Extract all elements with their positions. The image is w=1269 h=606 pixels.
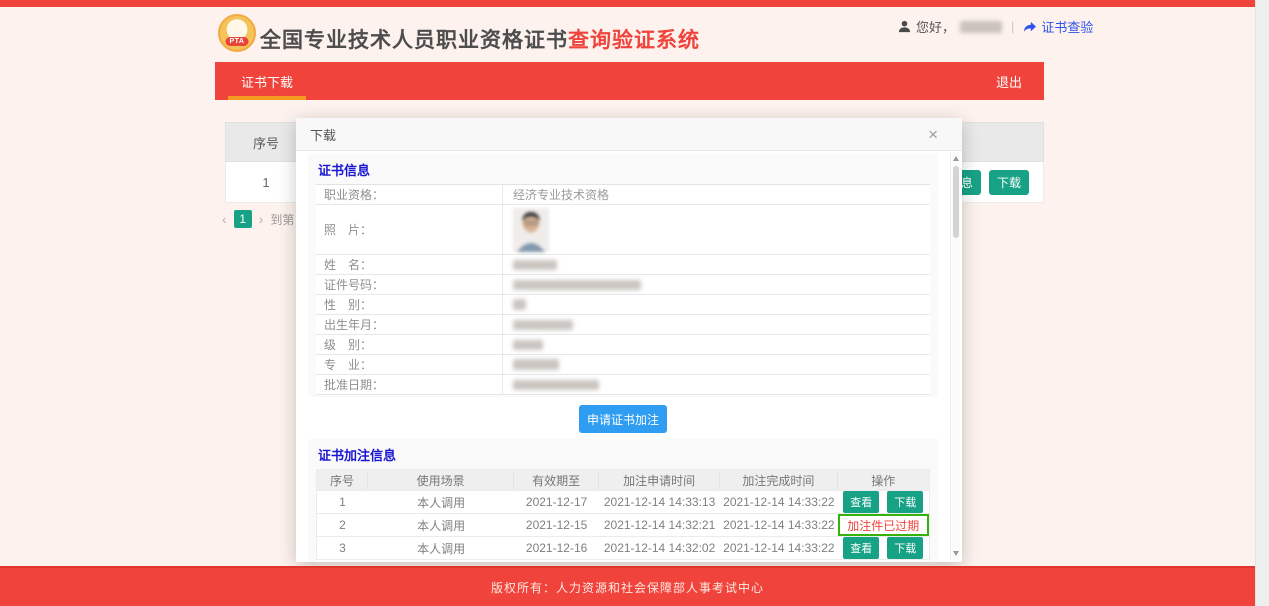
dialog-scrollbar[interactable] — [950, 152, 960, 560]
page-title-main: 全国专业技术人员职业资格证书 — [260, 29, 568, 52]
dialog-title: 下载 — [310, 125, 336, 144]
annotation-table: 序号 使用场景 有效期至 加注申请时间 加注完成时间 操作 1 本人调用 202… — [316, 469, 930, 560]
tab-certificate-download-label: 证书下载 — [241, 72, 293, 91]
page-title-accent: 查询验证系统 — [568, 29, 700, 52]
download-dialog: 下载 × 证书信息 职业资格： 经济专业技术资格 照 片： — [296, 118, 962, 562]
col-seq: 序号 — [226, 133, 306, 152]
annotation-download-button[interactable]: 下载 — [887, 537, 923, 559]
main-nav: 证书下载 退出 — [215, 62, 1044, 100]
annotation-section-title: 证书加注信息 — [316, 441, 930, 469]
site-logo: PTA — [218, 14, 256, 52]
greeting-divider: | — [1011, 19, 1014, 34]
info-row-id-number: 证件号码： — [316, 275, 930, 295]
jump-prefix-label: 到第 — [270, 211, 294, 228]
level-redacted — [513, 340, 543, 350]
info-row-birth: 出生年月： — [316, 315, 930, 335]
info-row-gender: 性 别： — [316, 295, 930, 315]
annotation-pagination: ‹ 1 › 到第 页 确定 共 3 条 5 条/页 — [316, 560, 930, 562]
background-pagination: ‹ 1 › 到第 — [222, 210, 294, 228]
annotation-section: 证书加注信息 序号 使用场景 有效期至 加注申请时间 加注完成时间 操作 1 本… — [308, 439, 938, 562]
id-number-redacted — [513, 280, 641, 290]
annotation-row-2: 2 本人调用 2021-12-15 2021-12-14 14:32:21 20… — [317, 513, 929, 536]
prev-page-arrow[interactable]: ‹ — [222, 210, 227, 228]
user-greeting: 您好， | 证书查验 — [898, 17, 1093, 36]
id-photo-redacted — [513, 208, 549, 252]
scroll-down-icon[interactable] — [953, 551, 959, 556]
next-page-arrow[interactable]: › — [259, 210, 264, 228]
apply-annotation-button[interactable]: 申请证书加注 — [579, 405, 667, 433]
info-row-photo: 照 片： — [316, 205, 930, 255]
annotation-view-button[interactable]: 查看 — [843, 537, 879, 559]
name-redacted — [513, 260, 557, 270]
expired-highlight-box: 加注件已过期 — [838, 514, 929, 536]
approve-date-redacted — [513, 380, 599, 390]
cert-download-button[interactable]: 下载 — [989, 170, 1029, 195]
page-title: 全国专业技术人员职业资格证书查询验证系统 — [260, 24, 700, 54]
page-scrollbar[interactable] — [1255, 0, 1269, 606]
annotation-row-1: 1 本人调用 2021-12-17 2021-12-14 14:33:13 20… — [317, 490, 929, 513]
site-logo-text: PTA — [226, 37, 249, 46]
cell-seq: 1 — [226, 175, 306, 190]
annotation-table-header: 序号 使用场景 有效期至 加注申请时间 加注完成时间 操作 — [317, 470, 929, 490]
major-redacted — [513, 359, 559, 370]
certificate-info-section: 证书信息 职业资格： 经济专业技术资格 照 片： — [308, 154, 938, 397]
close-icon[interactable]: × — [928, 126, 938, 143]
dialog-body: 证书信息 职业资格： 经济专业技术资格 照 片： — [296, 151, 962, 562]
scroll-up-icon[interactable] — [953, 156, 959, 161]
greeting-text: 您好， — [916, 17, 955, 36]
scrollbar-thumb[interactable] — [953, 166, 959, 238]
gender-redacted — [513, 299, 526, 310]
info-row-name: 姓 名： — [316, 255, 930, 275]
top-red-bar — [0, 0, 1255, 7]
info-row-qualification: 职业资格： 经济专业技术资格 — [316, 185, 930, 205]
info-row-level: 级 别： — [316, 335, 930, 355]
copyright-text: 版权所有：人力资源和社会保障部人事考试中心 — [491, 579, 764, 596]
user-icon — [898, 20, 911, 33]
dialog-header: 下载 × — [296, 118, 962, 151]
certificate-verify-label: 证书查验 — [1041, 17, 1093, 36]
annotation-view-button[interactable]: 查看 — [843, 491, 879, 513]
info-row-major: 专 业： — [316, 355, 930, 375]
qualification-value: 经济专业技术资格 — [513, 186, 609, 203]
birth-redacted — [513, 320, 573, 330]
info-row-approve-date: 批准日期： — [316, 375, 930, 395]
annotation-row-3: 3 本人调用 2021-12-16 2021-12-14 14:32:02 20… — [317, 536, 929, 559]
user-name-redacted — [960, 21, 1002, 33]
certificate-info-title: 证书信息 — [316, 156, 930, 185]
share-arrow-icon — [1023, 21, 1037, 33]
current-page-badge[interactable]: 1 — [234, 210, 252, 228]
certificate-verify-link[interactable]: 证书查验 — [1023, 17, 1093, 36]
active-tab-indicator — [228, 96, 306, 100]
logout-button[interactable]: 退出 — [996, 72, 1022, 91]
page-footer: 版权所有：人力资源和社会保障部人事考试中心 — [0, 566, 1255, 606]
annotation-download-button[interactable]: 下载 — [887, 491, 923, 513]
expired-status-text: 加注件已过期 — [847, 517, 919, 534]
tab-certificate-download[interactable]: 证书下载 — [215, 62, 319, 100]
